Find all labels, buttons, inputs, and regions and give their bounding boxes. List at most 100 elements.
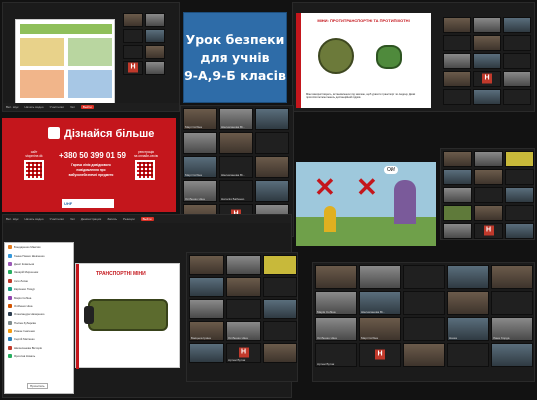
video-button[interactable]: Начать видео (24, 105, 43, 109)
share-screen-button[interactable]: Демонстрация (81, 217, 101, 221)
participant-list-item[interactable]: Ганна Пашко Шевченко (5, 251, 73, 259)
participant-name: Артем Бутак (317, 362, 335, 366)
participant-tile (473, 35, 501, 51)
participant-tile (447, 265, 489, 289)
chat-button[interactable]: Чат (70, 105, 75, 109)
participant-list-item[interactable]: Марія Собіна (5, 293, 73, 301)
participant-tile (491, 343, 533, 367)
participant-tile: Наталія Бабенко (219, 180, 253, 202)
hotline-info-slide: Дізнайся більше сайт stopmine.dk +380 50… (2, 118, 176, 212)
video-button[interactable]: Начать видео (24, 217, 43, 221)
participant-name: Лана Хорда (493, 336, 510, 340)
participant-avatar-icon (8, 337, 12, 342)
participant-tile (491, 291, 533, 315)
participant-avatar-icon (8, 261, 12, 266)
participant-list-item[interactable]: Деніс Ковальов (5, 260, 73, 268)
organization-logo (48, 127, 60, 139)
participant-list-name: Олександра Назаренко (14, 312, 45, 317)
avatar: Н (482, 73, 492, 84)
participant-avatar-icon (8, 270, 12, 275)
participants-button[interactable]: Участники (50, 105, 64, 109)
participant-list-item[interactable]: Олібенко Ніна (5, 302, 73, 310)
site-qr-code (24, 160, 44, 180)
participant-list-item[interactable]: Карпенко Тимур (5, 285, 73, 293)
participant-tile (226, 299, 261, 319)
participant-avatar-icon (8, 329, 12, 334)
participant-tile (219, 132, 253, 154)
slide-header-band (20, 24, 112, 34)
participant-avatar-icon (8, 345, 12, 350)
leave-button[interactable]: Выйти (140, 217, 154, 221)
participant-tile (255, 132, 289, 154)
participant-tile: Н (123, 61, 143, 75)
gallery-view-bottom-center: Баєцька Ірина Олібенко Ніна Н Артем Бутак (186, 252, 298, 382)
participant-tile (145, 13, 165, 27)
participant-tile (189, 255, 224, 275)
participant-avatar-icon (8, 354, 12, 359)
participant-tile: Лана Хорда (491, 317, 533, 341)
title-line-1: Урок безпеки (185, 31, 285, 47)
participant-tile (403, 343, 445, 367)
gallery-view-right-middle: Н (440, 148, 535, 240)
forbidden-x-mark: ✕ (314, 172, 336, 202)
participant-tile: Марія Собіна (315, 291, 357, 315)
participant-tile: Н (359, 343, 401, 367)
participant-list-item[interactable]: Сергій Матієнко (5, 335, 73, 343)
participants-list-panel[interactable]: Бондаренко Максим Ганна Пашко Шевченко Ден… (4, 242, 74, 394)
participant-tile (263, 255, 297, 275)
hotline-phone: +380 50 399 01 59 (59, 151, 126, 160)
participant-name: Баєцька Ірина (191, 336, 211, 340)
slide-illustration-2 (68, 38, 112, 66)
participant-list-item[interactable]: Бондаренко Максим (5, 243, 73, 251)
participant-list-name: Бондаренко Максим (14, 245, 41, 250)
record-button[interactable]: Запись (107, 217, 117, 221)
participant-list-name: Марія Собіна (14, 295, 32, 300)
participant-tile (189, 277, 224, 297)
participants-button[interactable]: Участники (50, 217, 64, 221)
mute-button[interactable]: Вкл. звук (6, 217, 18, 221)
participant-list-item[interactable]: Ілля Лисак (5, 277, 73, 285)
participant-list-item[interactable]: Шелюпанова Вікторія (5, 344, 73, 352)
mine-types-slide: МІНИ: ПРОТИТРАНСПОРТНІ ТА ПРОТИПІХОТНІ М… (296, 13, 431, 108)
reactions-button[interactable]: Реакции (123, 217, 135, 221)
participant-name: Шелюпанова Ві... (221, 125, 246, 129)
read-button[interactable]: Прочитать (27, 383, 48, 389)
participant-tile (145, 29, 165, 43)
participant-list-item[interactable]: Захарій Мирошник (5, 268, 73, 276)
participant-list-item[interactable]: Ярослав Коваль (5, 352, 73, 360)
chat-button[interactable]: Чат (70, 217, 75, 221)
speech-bubble: Ой! (384, 166, 399, 174)
participant-tile (255, 180, 289, 202)
mute-button[interactable]: Вкл. звук (6, 105, 18, 109)
participant-list-name: Ганна Пашко Шевченко (14, 253, 45, 258)
comic-character (394, 180, 416, 224)
participant-list-item[interactable]: Олександра Назаренко (5, 310, 73, 318)
participant-list-item[interactable]: Роман Ігнатенко (5, 327, 73, 335)
participant-tile: Шелюпанова Ві... (219, 108, 253, 130)
participant-tile (503, 35, 531, 51)
participant-tile (503, 71, 531, 87)
participant-list-name: Ярослав Коваль (14, 354, 36, 359)
participant-tile (145, 45, 165, 59)
participant-list-item[interactable]: Поліна Зубарєва (5, 319, 73, 327)
participant-tile (123, 45, 143, 59)
hotline-text-3: вибухонебезпечні предмети (68, 173, 114, 177)
participant-tile: Наша (447, 317, 489, 341)
participant-list-name: Поліна Зубарєва (14, 320, 36, 325)
participant-name: Шелюпанова Ві... (361, 310, 386, 314)
participant-tile: Н (473, 71, 501, 87)
participant-tile (474, 169, 503, 185)
participant-tile (263, 343, 297, 363)
participant-tile (505, 205, 534, 221)
mine-slide-text: Міни використовують, встановлюючи під зе… (306, 93, 416, 100)
participant-tile (443, 89, 471, 105)
comic-character (324, 206, 336, 232)
participant-tile (443, 151, 472, 167)
participant-tile (505, 187, 534, 203)
anti-personnel-mine-image (376, 45, 402, 69)
participant-avatar-icon (8, 287, 12, 292)
participant-tile (503, 89, 531, 105)
participant-tile (474, 187, 503, 203)
transport-mine-image (88, 299, 168, 331)
leave-button[interactable]: Выйти (80, 105, 94, 109)
